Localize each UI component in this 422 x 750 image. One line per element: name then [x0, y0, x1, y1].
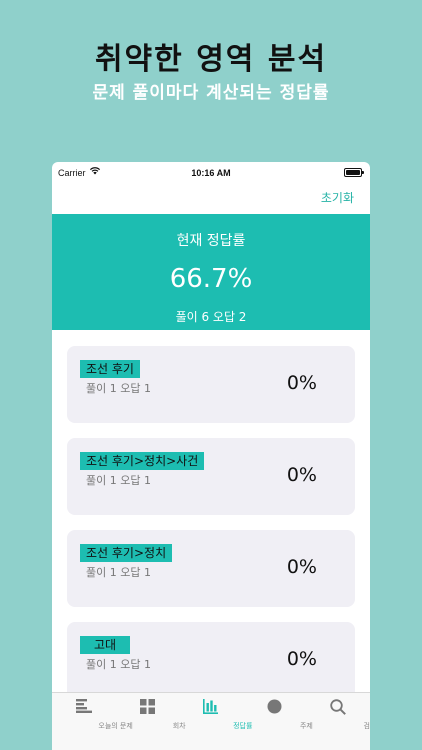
topic-counts: 풀이 1 오답 1 — [86, 474, 151, 487]
reset-button[interactable]: 초기화 — [321, 189, 354, 206]
topic-tag: 조선 후기 — [80, 360, 140, 378]
battery-icon — [344, 168, 364, 177]
promo-subtitle: 문제 풀이마다 계산되는 정답률 — [92, 83, 330, 103]
grid-icon — [116, 699, 180, 717]
tab-label: 검색 — [363, 722, 370, 730]
topic-counts: 풀이 1 오답 1 — [86, 382, 151, 395]
list-icon — [52, 699, 116, 717]
circle-icon — [243, 699, 307, 717]
status-bar: Carrier 10:16 AM — [52, 162, 370, 184]
topic-tag: 조선 후기>정치>사건 — [80, 452, 205, 470]
search-icon — [306, 699, 370, 717]
topic-percent: 0% — [286, 648, 317, 670]
topic-tag: 고대 — [80, 636, 131, 654]
topic-percent: 0% — [286, 464, 317, 486]
tab-accuracy[interactable]: 정답률 — [179, 693, 252, 750]
nav-bar: 초기화 — [52, 184, 370, 214]
topic-counts: 풀이 1 오답 1 — [86, 658, 151, 671]
list-item[interactable]: 고대 풀이 1 오답 1 0% — [67, 622, 355, 692]
topic-tag: 조선 후기>정치 — [80, 544, 173, 562]
tab-topics[interactable]: 주제 — [243, 693, 313, 750]
topic-percent: 0% — [286, 556, 317, 578]
bar-chart-icon — [179, 699, 243, 717]
list-item[interactable]: 조선 후기 풀이 1 오답 1 0% — [67, 346, 355, 423]
tab-today[interactable]: 오늘의 문제 — [52, 693, 133, 750]
topic-percent: 0% — [286, 372, 317, 394]
tab-bar: 오늘의 문제 회차 정답률 주제 검색 — [52, 692, 370, 750]
summary-rate: 66.7% — [169, 264, 253, 294]
topic-list[interactable]: 조선 후기 풀이 1 오답 1 0% 조선 후기>정치>사건 풀이 1 오답 1… — [52, 330, 370, 692]
summary-label: 현재 정답률 — [176, 233, 246, 249]
tab-rounds[interactable]: 회차 — [116, 693, 186, 750]
topic-counts: 풀이 1 오답 1 — [86, 566, 151, 579]
status-time: 10:16 AM — [191, 168, 231, 178]
promo-title: 취약한 영역 분석 — [94, 42, 328, 77]
summary-counts: 풀이 6 오답 2 — [175, 310, 247, 324]
list-item[interactable]: 조선 후기>정치>사건 풀이 1 오답 1 0% — [67, 438, 355, 515]
tab-search[interactable]: 검색 — [306, 693, 370, 750]
phone-screen: Carrier 10:16 AM 초기화 현재 정답률 66.7% 풀이 6 오… — [52, 162, 370, 750]
summary-panel: 현재 정답률 66.7% 풀이 6 오답 2 — [52, 214, 370, 330]
list-item[interactable]: 조선 후기>정치 풀이 1 오답 1 0% — [67, 530, 355, 607]
